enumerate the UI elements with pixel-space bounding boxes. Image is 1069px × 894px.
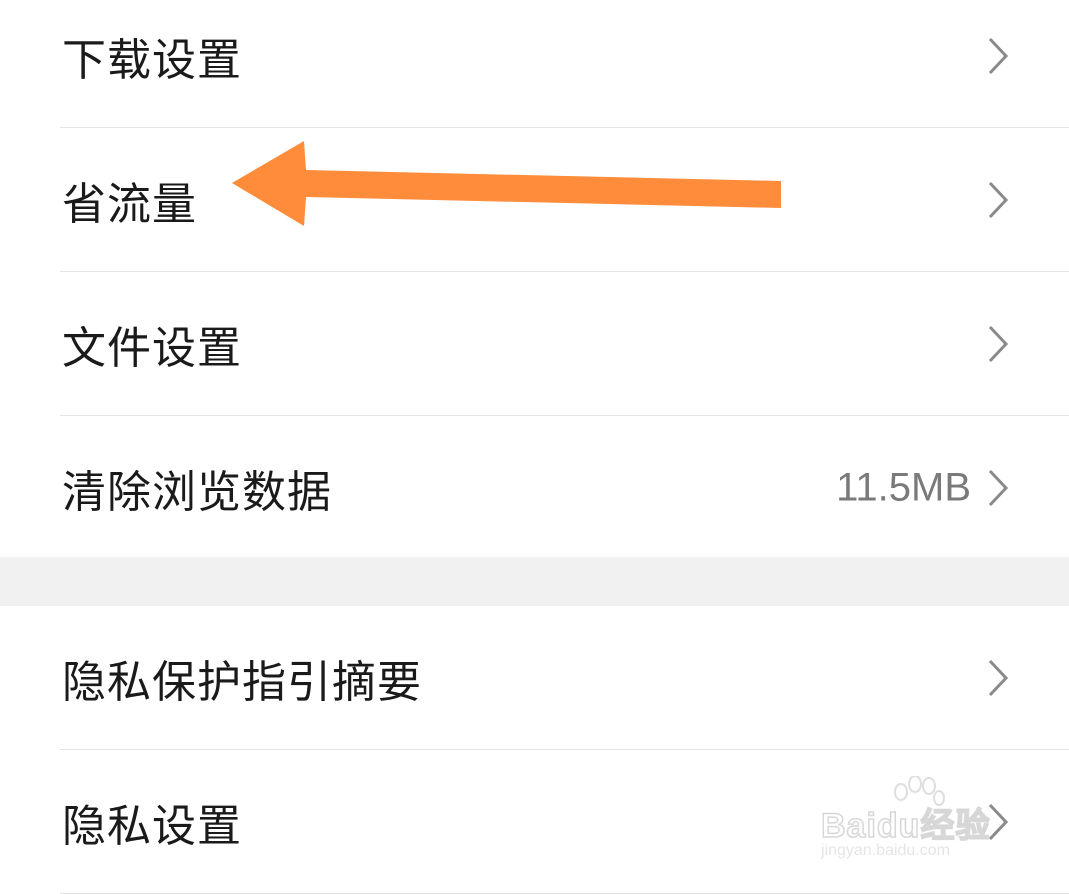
chevron-right-icon <box>988 469 1009 507</box>
row-label: 下载设置 <box>62 35 242 86</box>
settings-row-privacy-guide-summary[interactable]: 隐私保护指引摘要 <box>0 606 1069 750</box>
row-label: 省流量 <box>62 179 197 230</box>
row-label: 隐私设置 <box>62 801 242 852</box>
settings-group-general: 下载设置 省流量 文件设置 清除浏览数据 11.5MB <box>0 0 1069 560</box>
chevron-right-icon <box>988 181 1009 219</box>
settings-group-privacy: 隐私保护指引摘要 隐私设置 <box>0 606 1069 894</box>
settings-row-download[interactable]: 下载设置 <box>0 0 1069 128</box>
chevron-right-icon <box>988 325 1009 363</box>
chevron-right-icon <box>988 659 1009 697</box>
chevron-right-icon <box>988 37 1009 75</box>
settings-row-data-saver[interactable]: 省流量 <box>0 128 1069 272</box>
section-separator <box>0 557 1069 606</box>
chevron-right-icon <box>988 803 1009 841</box>
settings-row-privacy[interactable]: 隐私设置 <box>0 750 1069 894</box>
row-label: 清除浏览数据 <box>62 467 332 518</box>
cache-size-value: 11.5MB <box>836 465 971 510</box>
settings-row-file[interactable]: 文件设置 <box>0 272 1069 416</box>
row-label: 隐私保护指引摘要 <box>62 657 422 708</box>
settings-row-clear-browsing-data[interactable]: 清除浏览数据 11.5MB <box>0 416 1069 560</box>
row-label: 文件设置 <box>62 323 242 374</box>
